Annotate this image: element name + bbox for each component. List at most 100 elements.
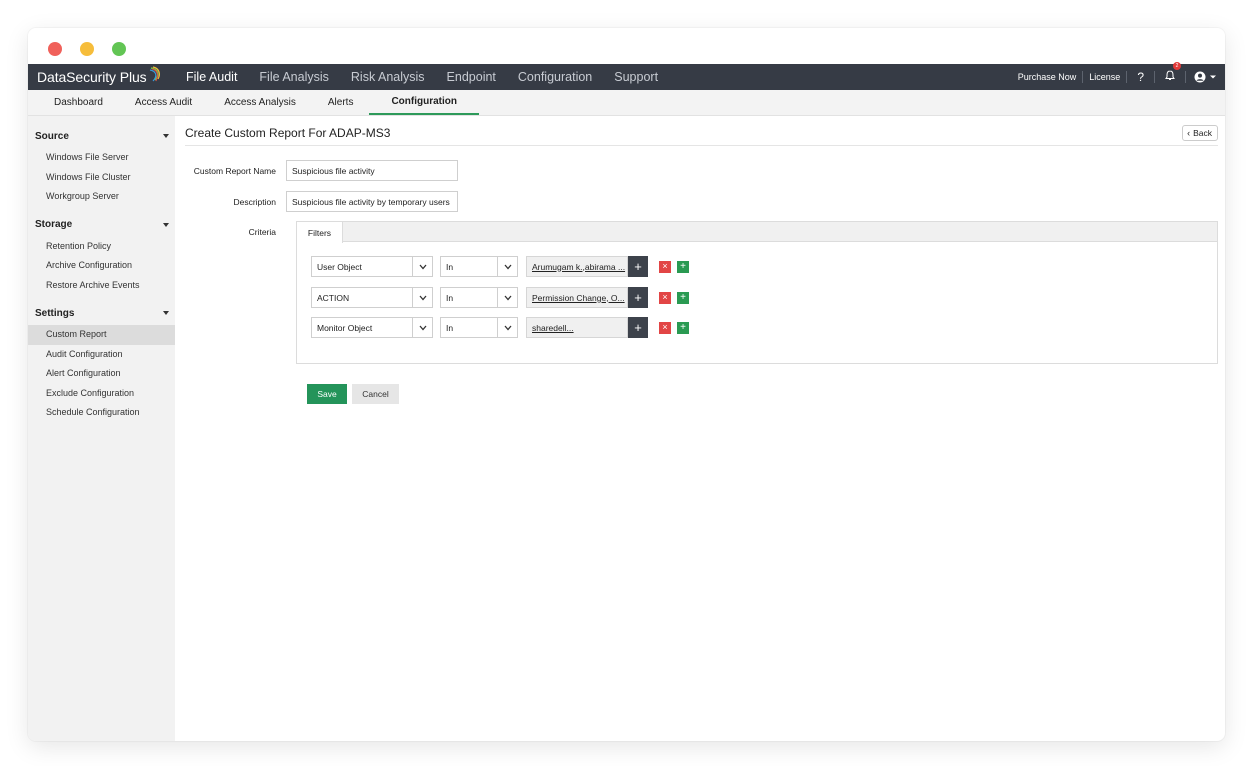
brand-logo[interactable]: DataSecurity Plus — [28, 66, 178, 85]
sidebar-item-exclude-configuration[interactable]: Exclude Configuration — [28, 384, 175, 404]
sidebar-item-audit-configuration[interactable]: Audit Configuration — [28, 345, 175, 365]
page-header: Create Custom Report For ADAP-MS3 ‹ Back — [185, 116, 1218, 146]
menu-endpoint[interactable]: Endpoint — [447, 70, 496, 84]
sidebar-item-alert-configuration[interactable]: Alert Configuration — [28, 364, 175, 384]
report-name-label: Custom Report Name — [193, 165, 276, 176]
filter-value-field[interactable]: Arumugam k.,abirama ... — [526, 256, 628, 277]
caret-down-icon — [163, 222, 169, 227]
filter-value-field[interactable]: Permission Change, O... — [526, 287, 628, 308]
chevron-down-icon — [1210, 75, 1216, 79]
add-filter-button[interactable]: + — [677, 291, 689, 304]
remove-filter-button[interactable]: × — [659, 291, 671, 304]
filter-row: User Object In Arumugam k.,abirama ... +… — [311, 256, 689, 277]
filter-field-select[interactable]: Monitor Object — [311, 317, 433, 338]
filter-field-value: ACTION — [317, 292, 350, 303]
filter-field-select[interactable]: ACTION — [311, 287, 433, 308]
sidebar-item-custom-report[interactable]: Custom Report — [28, 325, 175, 345]
filter-field-value: User Object — [317, 261, 362, 272]
body-area: Source Windows File Server Windows File … — [28, 116, 1225, 741]
filter-operator-select[interactable]: In — [440, 317, 518, 338]
filter-operator-select[interactable]: In — [440, 256, 518, 277]
tab-access-analysis[interactable]: Access Analysis — [208, 90, 312, 115]
filter-field-select[interactable]: User Object — [311, 256, 433, 277]
minimize-window-button[interactable] — [80, 42, 94, 56]
remove-filter-button[interactable]: × — [659, 260, 671, 273]
tab-alerts[interactable]: Alerts — [312, 90, 370, 115]
sidebar-section-title: Source — [35, 130, 69, 142]
tab-filters[interactable]: Filters — [297, 222, 343, 243]
add-value-button[interactable]: + — [628, 256, 648, 277]
description-input[interactable] — [286, 191, 458, 212]
chevron-down-icon — [412, 288, 432, 307]
tab-dashboard[interactable]: Dashboard — [28, 90, 119, 115]
filter-row: ACTION In Permission Change, O... + × + — [311, 287, 689, 308]
help-icon[interactable]: ? — [1127, 70, 1154, 84]
sidebar-item-workgroup-server[interactable]: Workgroup Server — [28, 187, 175, 207]
sidebar-item-retention-policy[interactable]: Retention Policy — [28, 237, 175, 257]
main-content: Create Custom Report For ADAP-MS3 ‹ Back… — [175, 116, 1225, 741]
filter-operator-select[interactable]: In — [440, 287, 518, 308]
page-title: Create Custom Report For ADAP-MS3 — [185, 125, 391, 140]
chevron-down-icon — [497, 288, 517, 307]
menu-file-audit[interactable]: File Audit — [186, 70, 237, 84]
sidebar-item-archive-configuration[interactable]: Archive Configuration — [28, 256, 175, 276]
sub-nav: Dashboard Access Audit Access Analysis A… — [28, 90, 1225, 116]
sidebar-item-restore-archive-events[interactable]: Restore Archive Events — [28, 276, 175, 296]
chevron-left-icon: ‹ — [1187, 127, 1191, 138]
maximize-window-button[interactable] — [112, 42, 126, 56]
filter-value-group: Permission Change, O... + — [526, 287, 648, 308]
main-menu: File Audit File Analysis Risk Analysis E… — [186, 70, 680, 84]
add-value-button[interactable]: + — [628, 317, 648, 338]
sidebar-item-schedule-configuration[interactable]: Schedule Configuration — [28, 403, 175, 423]
tab-configuration[interactable]: Configuration — [369, 90, 479, 115]
description-row: Description — [185, 191, 458, 212]
back-label: Back — [1193, 127, 1212, 138]
cancel-button[interactable]: Cancel — [352, 384, 399, 404]
filter-value-field[interactable]: sharedell... — [526, 317, 628, 338]
caret-down-icon — [163, 134, 169, 138]
notifications-button[interactable]: 2 — [1155, 62, 1185, 86]
close-window-button[interactable] — [48, 42, 62, 56]
menu-file-analysis[interactable]: File Analysis — [259, 70, 328, 84]
back-button[interactable]: ‹ Back — [1182, 124, 1218, 141]
user-menu[interactable] — [1186, 71, 1217, 83]
save-button[interactable]: Save — [307, 384, 347, 404]
chevron-down-icon — [412, 318, 432, 337]
bell-icon — [1165, 70, 1175, 80]
title-bar — [28, 28, 1225, 64]
criteria-label: Criteria — [248, 227, 276, 237]
tab-access-audit[interactable]: Access Audit — [119, 90, 208, 115]
sidebar-item-windows-file-server[interactable]: Windows File Server — [28, 148, 175, 168]
brand-name: DataSecurity Plus — [37, 69, 147, 85]
license-link[interactable]: License — [1083, 72, 1126, 82]
purchase-now-link[interactable]: Purchase Now — [1012, 72, 1083, 82]
app-window: DataSecurity Plus File Audit File Analys… — [28, 28, 1225, 741]
add-filter-button[interactable]: + — [677, 260, 689, 273]
notification-count-badge: 2 — [1173, 62, 1181, 70]
filter-operator-value: In — [446, 322, 454, 333]
sidebar: Source Windows File Server Windows File … — [28, 116, 175, 741]
sidebar-section-title: Storage — [35, 219, 73, 230]
filter-field-value: Monitor Object — [317, 322, 373, 333]
filter-operator-value: In — [446, 292, 454, 303]
menu-configuration[interactable]: Configuration — [518, 70, 592, 84]
sidebar-item-windows-file-cluster[interactable]: Windows File Cluster — [28, 168, 175, 188]
sidebar-section-source[interactable]: Source — [28, 124, 175, 148]
sidebar-section-settings[interactable]: Settings — [28, 301, 175, 325]
criteria-tabs: Filters — [297, 222, 1217, 243]
filter-operator-value: In — [446, 261, 454, 272]
menu-support[interactable]: Support — [614, 70, 658, 84]
sidebar-section-storage[interactable]: Storage — [28, 213, 175, 237]
criteria-panel: Filters User Object In Arumugam k.,abira… — [296, 221, 1218, 364]
filter-value-group: sharedell... + — [526, 317, 648, 338]
report-name-row: Custom Report Name — [185, 160, 458, 181]
menu-risk-analysis[interactable]: Risk Analysis — [351, 70, 425, 84]
add-filter-button[interactable]: + — [677, 321, 689, 334]
brand-swirl-icon — [149, 66, 160, 82]
chevron-down-icon — [412, 257, 432, 276]
remove-filter-button[interactable]: × — [659, 321, 671, 334]
report-name-input[interactable] — [286, 160, 458, 181]
add-value-button[interactable]: + — [628, 287, 648, 308]
caret-down-icon — [163, 311, 169, 315]
sidebar-section-title: Settings — [35, 307, 75, 319]
